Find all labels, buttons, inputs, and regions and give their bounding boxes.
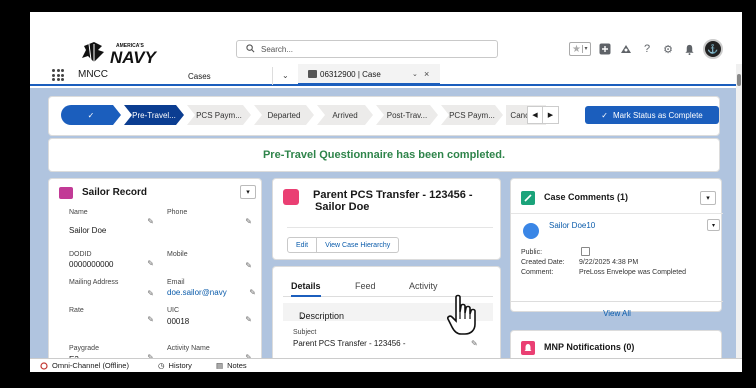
help-icon[interactable]: ? [640,42,654,56]
navigation-bar: MNCC Cases ⌄ 06312900 | Case ⌄ × [30,64,742,86]
path-step-departed[interactable]: Departed [254,105,314,125]
notifications-bell-icon[interactable] [682,42,696,56]
cases-dropdown-icon[interactable]: ⌄ [282,71,289,80]
questionnaire-banner: Pre-Travel Questionnaire has been comple… [48,138,720,172]
comment-author-link[interactable]: Sailor Doe10 [549,221,595,230]
edit-pencil-icon[interactable]: ✎ [471,339,478,348]
comment-actions-dropdown-icon[interactable]: ▾ [707,219,720,231]
trailhead-icon[interactable] [619,42,633,56]
tab-close-icon[interactable]: × [424,69,429,79]
path-step-pcs-payment[interactable]: PCS Paym... [187,105,251,125]
edit-pencil-icon[interactable]: ✎ [147,259,154,268]
sailor-record-card: Sailor Record ▾ Name Sailor Doe ✎ Phone … [48,178,262,364]
case-briefcase-icon [308,70,317,78]
tab-details[interactable]: Details [291,281,321,297]
navy-logo[interactable]: AMERICA'S NAVY [80,38,160,67]
field-phone: Phone ✎ [167,209,252,226]
edit-pencil-icon[interactable]: ✎ [249,288,256,297]
path-step-pcs-payment-2[interactable]: PCS Paym... [441,105,503,125]
case-highlights-panel: Parent PCS Transfer - 123456 - Sailor Do… [272,178,501,260]
clock-icon: ◷ [158,361,165,370]
edit-pencil-icon[interactable]: ✎ [245,261,252,270]
card-title: Sailor Record [82,187,148,198]
subject-value: Parent PCS Transfer - 123456 - [293,339,406,348]
status-path: ✓ Pre-Travel... PCS Paym... Departed Arr… [48,96,720,136]
field-uic: UIC 00018 ✎ [167,307,252,326]
field-dodid: DODID 0000000000 ✎ [69,251,154,269]
subject-label: Subject [293,329,317,336]
edit-button[interactable]: Edit [287,237,318,253]
check-icon: ✓ [601,110,608,120]
case-comments-icon [521,191,535,205]
field-rate: Rate ✎ [69,307,154,324]
view-all-link[interactable]: View All [511,301,723,321]
case-title: Parent PCS Transfer - 123456 - [313,189,473,201]
banner-text: Pre-Travel Questionnaire has been comple… [262,149,506,161]
path-step-pre-travel[interactable]: Pre-Travel... [124,105,184,125]
tab-feed[interactable]: Feed [355,281,376,291]
app-launcher-icon[interactable] [52,69,64,81]
field-mailing-address: Mailing Address ✎ [69,279,154,298]
search-icon [246,44,255,53]
field-mobile: Mobile ✎ [167,251,252,270]
hand-pointer-cursor-icon [447,294,476,335]
field-name: Name Sailor Doe ✎ [69,209,154,235]
card-actions-dropdown-icon[interactable]: ▾ [700,191,716,205]
edit-pencil-icon[interactable]: ✎ [147,289,154,298]
utility-bar: Omni-Channel (Offline) ◷ History ▤ Notes [30,358,742,372]
field-activity-name: Activity Name ✎ [167,335,252,362]
notes-button[interactable]: ▤ Notes [216,361,247,370]
search-placeholder: Search... [261,45,294,54]
public-checkbox [581,247,590,256]
global-actions-icon[interactable] [598,42,612,56]
case-detail-column: Parent PCS Transfer - 123456 - Sailor Do… [272,178,501,364]
favorites-star-icon[interactable]: ★ ▾ [569,42,591,56]
history-button[interactable]: ◷ History [158,361,192,370]
edit-pencil-icon[interactable]: ✎ [147,217,154,226]
nav-tab-cases[interactable]: Cases [178,67,273,85]
user-avatar[interactable]: ⚓ [703,39,723,59]
salesforce-console: AMERICA'S NAVY Search... ★ ▾ ? ⚙ ⚓ MNCC C… [30,12,742,372]
edit-pencil-icon[interactable]: ✎ [245,217,252,226]
edit-pencil-icon[interactable]: ✎ [245,315,252,324]
case-title-line2: Sailor Doe [315,201,370,213]
notification-bell-icon [521,341,535,355]
omni-channel-button[interactable]: Omni-Channel (Offline) [40,361,129,370]
sailor-record-icon [59,187,73,199]
global-search-input[interactable]: Search... [236,40,498,58]
edit-pencil-icon[interactable]: ✎ [147,315,154,324]
mark-status-complete-button[interactable]: ✓ Mark Status as Complete [585,106,719,124]
view-case-hierarchy-button[interactable]: View Case Hierarchy [317,237,400,253]
path-step-arrived[interactable]: Arrived [317,105,373,125]
favorites-dropdown-icon[interactable]: ▾ [582,45,589,53]
case-record-icon [283,189,299,205]
page-scrollbar[interactable] [736,64,742,360]
card-actions-dropdown-icon[interactable]: ▾ [240,185,256,199]
notes-icon: ▤ [216,361,224,370]
path-next-icon[interactable]: ▶ [543,106,559,124]
app-name: MNCC [78,69,108,80]
card-title: Case Comments (1) [544,192,629,202]
setup-gear-icon[interactable]: ⚙ [661,42,675,56]
field-email: Email doe.sailor@navy ✎ [167,279,256,297]
path-step-completed[interactable]: ✓ [61,105,121,125]
case-comments-card: Case Comments (1) ▾ Sailor Doe10 ▾ Publi… [510,178,723,318]
record-tab-case[interactable]: 06312900 | Case ⌄ × [298,64,440,86]
comment-author-avatar [523,223,539,239]
offline-status-icon [40,361,48,370]
card-title: MNP Notifications (0) [544,342,635,352]
tab-activity[interactable]: Activity [409,281,438,291]
tab-dropdown-icon[interactable]: ⌄ [412,70,418,78]
path-step-post-travel[interactable]: Post-Trav... [376,105,438,125]
path-prev-icon[interactable]: ◀ [527,106,543,124]
